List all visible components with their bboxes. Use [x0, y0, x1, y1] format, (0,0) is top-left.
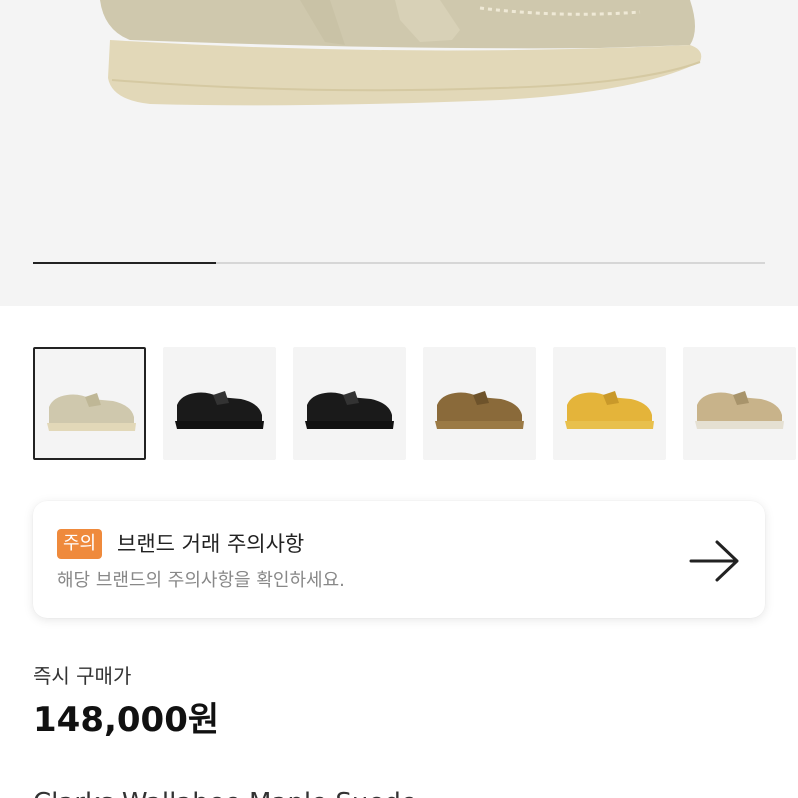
thumbnail-yellow[interactable] [553, 347, 666, 460]
thumbnail-strip [33, 347, 798, 460]
warning-badge: 주의 [57, 529, 103, 559]
arrow-right-icon[interactable] [689, 539, 741, 583]
thumbnail-beige[interactable] [683, 347, 796, 460]
thumbnail-maple[interactable] [33, 347, 146, 460]
notice-subtitle: 해당 브랜드의 주의사항을 확인하세요. [57, 570, 345, 591]
thumbnail-brown[interactable] [423, 347, 536, 460]
brand-notice-card[interactable]: 주의 브랜드 거래 주의사항 해당 브랜드의 주의사항을 확인하세요. [33, 501, 765, 618]
notice-title: 브랜드 거래 주의사항 [117, 532, 305, 556]
product-name: Clarks Wallabee Maple Suede [33, 786, 417, 798]
carousel-progress-fill [33, 262, 216, 264]
price-label: 즉시 구매가 [33, 664, 132, 688]
shoe-image [100, 0, 702, 106]
product-hero-image[interactable] [0, 0, 798, 306]
price-value: 148,000원 [33, 700, 220, 740]
carousel-progress [33, 262, 765, 264]
thumbnail-black[interactable] [163, 347, 276, 460]
thumbnail-black[interactable] [293, 347, 406, 460]
